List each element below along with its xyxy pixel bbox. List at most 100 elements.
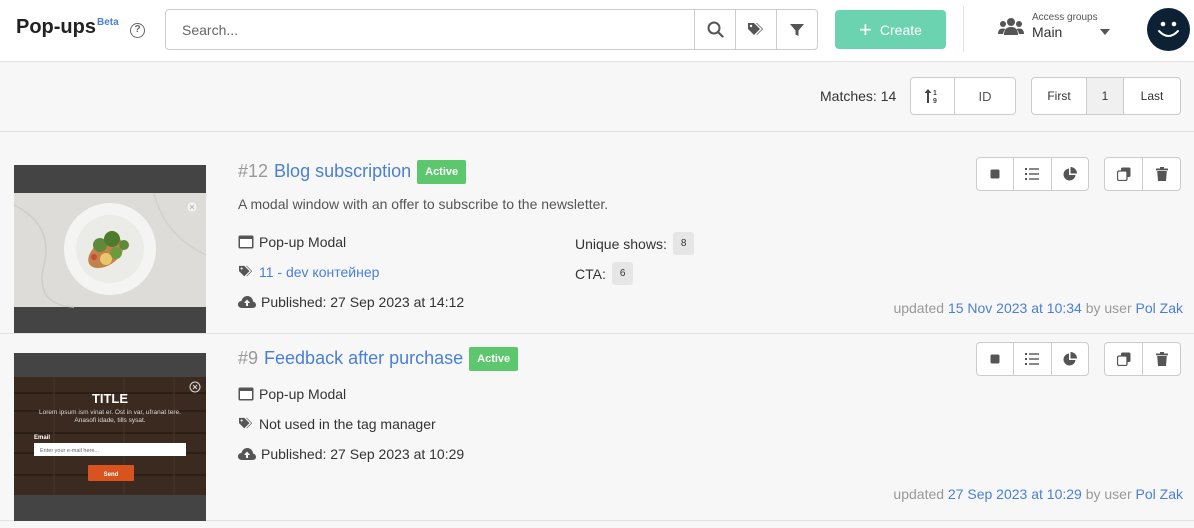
popup-manage-actions [1104,157,1181,191]
cloud-upload-icon [238,448,256,460]
avatar[interactable] [1147,8,1190,51]
stop-button[interactable] [977,158,1015,190]
create-label: Create [879,21,922,38]
page-last-button[interactable]: Last [1124,78,1180,114]
popup-id: #12 [238,161,269,181]
unique-shows-label: Unique shows: [575,235,667,252]
access-groups-label: Access groups [1032,12,1098,23]
updated-by: by user [1085,300,1132,316]
popup-updated: updated 27 Sep 2023 at 10:29 by user Pol… [893,486,1183,502]
updated-prefix: updated [893,486,945,502]
search-button[interactable] [694,10,735,49]
search-input[interactable] [166,10,694,49]
copy-button[interactable] [1105,343,1143,375]
sort-field-button[interactable]: ID [955,78,1015,114]
popup-published: Published: 27 Sep 2023 at 14:12 [238,294,464,310]
copy-icon [1116,352,1130,366]
copy-icon [1116,167,1130,181]
header-divider [963,6,964,52]
plus-icon: + [859,16,872,42]
pagination: First 1 Last [1031,77,1181,115]
filter-button[interactable] [776,10,817,49]
list-icon [1025,353,1040,365]
popup-published-label: Published: 27 Sep 2023 at 10:29 [261,446,465,462]
popup-manage-actions [1104,342,1181,376]
updated-date-link[interactable]: 15 Nov 2023 at 10:34 [948,300,1082,316]
popup-tag-label: Not used in the tag manager [259,416,436,432]
details-button[interactable] [1014,158,1052,190]
popup-tag-link[interactable]: 11 - dev контейнер [259,264,379,280]
caret-down-icon [1100,29,1110,35]
popup-published-label: Published: 27 Sep 2023 at 14:12 [261,294,465,310]
search-icon [707,21,724,38]
search-bar [165,9,818,50]
list-icon [1025,168,1040,180]
popup-id: #9 [238,348,259,368]
popup-tag: Not used in the tag manager [238,416,436,432]
sort-direction-button[interactable]: 19 [911,78,955,114]
popup-description: A modal window with an offer to subscrib… [238,196,609,212]
stop-button[interactable] [977,343,1015,375]
unique-shows-count: 8 [672,232,695,255]
copy-button[interactable] [1105,158,1143,190]
details-button[interactable] [1014,343,1052,375]
popup-title-row: #9 Feedback after purchase Active [238,347,519,371]
popup-preview[interactable] [14,165,206,333]
popup-type-label: Pop-up Modal [259,386,347,402]
window-icon [238,235,254,249]
access-groups-value: Main [1032,24,1063,40]
popup-name[interactable]: Blog subscription [274,161,411,181]
tags-icon [239,417,253,429]
help-icon[interactable]: ? [130,23,145,38]
trash-icon [1155,167,1168,181]
cloud-upload-icon [238,296,256,308]
cta-label: CTA: [575,265,606,282]
svg-text:1: 1 [933,90,937,97]
preview-image: TITLE Lorem ipsum ism vinat er. Ost in v… [14,377,206,495]
updated-by: by user [1085,486,1132,502]
page-first-button[interactable]: First [1032,78,1087,114]
stop-icon [990,169,1000,179]
users-icon [998,18,1024,35]
preview-text: Lorem ipsum ism vinat er. Ost in var, uf… [39,409,181,424]
stop-icon [990,354,1000,364]
popup-tag: 11 - dev контейнер [238,264,379,280]
delete-button[interactable] [1143,158,1180,190]
popup-card: #12 Blog subscription Active A modal windo… [0,132,1194,334]
preview-email-label: Email [34,435,50,441]
popup-actions [976,157,1089,191]
sort-asc-icon: 19 [924,89,937,104]
updated-user-link[interactable]: Pol Zak [1136,300,1183,316]
delete-button[interactable] [1143,343,1180,375]
popup-updated: updated 15 Nov 2023 at 10:34 by user Pol… [893,300,1183,316]
cta-stat: CTA: 6 [575,262,634,285]
page-title: Pop-ups [16,16,96,38]
app-header: Pop-ups Beta ? + Create Access groups Ma… [0,0,1194,62]
preview-send-button: Send [104,472,119,478]
stats-button[interactable] [1052,343,1088,375]
smiley-icon [1158,21,1179,37]
popup-name[interactable]: Feedback after purchase [264,348,463,368]
sort-group: 19 ID [910,77,1016,115]
popup-preview[interactable]: TITLE Lorem ipsum ism vinat er. Ost in v… [14,353,206,521]
page-current-button[interactable]: 1 [1087,78,1124,114]
status-badge: Active [469,347,519,371]
create-button[interactable]: + Create [835,10,946,49]
popup-type-label: Pop-up Modal [259,234,347,250]
preview-email-input: Enter your e-mail here... [40,448,99,454]
svg-text:9: 9 [933,98,937,104]
matches-count: Matches: 14 [820,88,897,104]
window-icon [238,387,254,401]
cta-count: 6 [611,262,634,285]
beta-label: Beta [97,17,119,28]
tags-filter-button[interactable] [735,10,776,49]
stats-button[interactable] [1052,158,1088,190]
trash-icon [1155,352,1168,366]
updated-date-link[interactable]: 27 Sep 2023 at 10:29 [948,486,1082,502]
popup-type: Pop-up Modal [238,234,346,250]
popup-card: TITLE Lorem ipsum ism vinat er. Ost in v… [0,334,1194,521]
pie-chart-icon [1063,352,1077,366]
unique-shows-stat: Unique shows: 8 [575,232,695,255]
updated-user-link[interactable]: Pol Zak [1136,486,1183,502]
filter-icon [790,23,804,36]
